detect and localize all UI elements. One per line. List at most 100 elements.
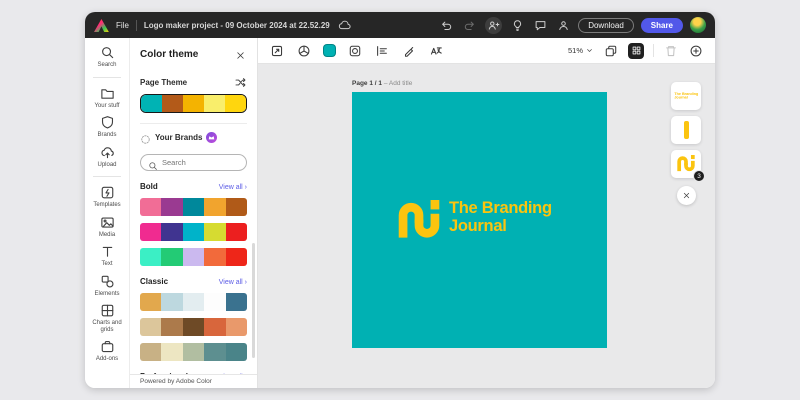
- sidebar-item-search[interactable]: Search: [85, 45, 129, 69]
- shuffle-icon[interactable]: [234, 76, 247, 89]
- panel-scrollbar[interactable]: [252, 243, 255, 358]
- file-menu[interactable]: File: [116, 21, 129, 30]
- section-title: Bold: [140, 182, 158, 191]
- grid-icon: [100, 303, 115, 318]
- color-theme-panel: Color theme Page Theme Your Brands Searc…: [130, 38, 258, 388]
- translate-button[interactable]: [428, 43, 444, 59]
- grid-view-button[interactable]: [628, 42, 644, 59]
- color-swatch: [225, 248, 247, 266]
- invite-icon[interactable]: [485, 16, 503, 34]
- view-all-link[interactable]: View all ›: [219, 184, 247, 191]
- palette-row-classic[interactable]: [140, 343, 247, 361]
- undo-icon[interactable]: [439, 18, 454, 33]
- artboard[interactable]: The Branding Journal: [352, 92, 607, 348]
- titlebar-actions: [439, 16, 571, 34]
- account-icon[interactable]: [556, 18, 571, 33]
- frame-button[interactable]: [347, 43, 363, 59]
- color-swatch: [225, 293, 247, 311]
- ideas-icon[interactable]: [510, 18, 525, 33]
- color-swatch: [204, 293, 226, 311]
- color-swatch: [140, 223, 162, 241]
- logo-text-line1: The Branding: [449, 199, 552, 217]
- search-input[interactable]: [162, 158, 242, 167]
- palette-row-bold[interactable]: [140, 248, 247, 266]
- sidebar-item-charts-and-grids[interactable]: Charts and grids: [85, 303, 129, 333]
- cloud-sync-icon: [337, 18, 352, 33]
- pen-button[interactable]: [401, 43, 417, 59]
- color-swatch: [161, 343, 183, 361]
- app-window: File Logo maker project - 09 October 202…: [85, 12, 715, 388]
- logo-text[interactable]: The Branding Journal: [449, 199, 552, 235]
- frame-icon: [348, 44, 362, 58]
- sidebar-item-upload[interactable]: Upload: [85, 145, 129, 169]
- zoom-control[interactable]: 51%: [568, 46, 594, 55]
- sidebar-item-label: Media: [98, 231, 116, 238]
- close-icon[interactable]: [235, 48, 247, 60]
- color-swatch: [161, 293, 183, 311]
- elements-icon: [100, 274, 115, 289]
- canvas-toolbar-left: [269, 43, 444, 59]
- add-title-hint: – Add title: [383, 80, 413, 87]
- color-wheel-button[interactable]: [296, 43, 312, 59]
- palette-row-classic[interactable]: [140, 293, 247, 311]
- color-swatch: [182, 343, 205, 361]
- rail-divider: [93, 76, 121, 78]
- add-page-button[interactable]: [688, 43, 704, 59]
- layer-card-mark[interactable]: 3: [671, 150, 705, 182]
- color-swatch: [140, 318, 162, 336]
- sidebar-item-text[interactable]: Text: [85, 244, 129, 268]
- layer-mark-thumbnail: [677, 155, 695, 173]
- dismiss-panel-button[interactable]: [676, 186, 696, 205]
- sidebar-item-label: Add-ons: [95, 356, 119, 362]
- sidebar-item-label: Upload: [97, 161, 117, 168]
- sidebar-item-label: Charts and grids: [92, 320, 122, 333]
- duplicate-page-button[interactable]: [603, 43, 619, 59]
- color-swatch: [225, 343, 247, 361]
- delete-page-button[interactable]: [663, 43, 679, 59]
- logo-text-line2: Journal: [449, 216, 507, 235]
- page-theme-bar[interactable]: [140, 94, 247, 113]
- spacing-button[interactable]: [374, 43, 390, 59]
- redo-icon[interactable]: [462, 18, 477, 33]
- sidebar-item-add-ons[interactable]: Add-ons: [85, 339, 129, 363]
- project-title[interactable]: Logo maker project - 09 October 2024 at …: [144, 21, 330, 30]
- adobe-color-footer: Powered by Adobe Color: [130, 374, 257, 388]
- theme-color-swatch: [183, 95, 204, 112]
- your-brands-row[interactable]: Your Brands: [140, 132, 247, 144]
- sidebar-item-brands[interactable]: Brands: [85, 115, 129, 139]
- layer-card-text[interactable]: The Branding Journal: [671, 82, 701, 110]
- color-swatch: [182, 223, 205, 241]
- page-label[interactable]: Page 1 / 1 – Add title: [352, 80, 412, 87]
- sidebar-item-your-stuff[interactable]: Your stuff: [85, 86, 129, 110]
- share-button[interactable]: Share: [640, 17, 683, 33]
- resize-button[interactable]: [269, 43, 285, 59]
- comments-icon[interactable]: [533, 18, 548, 33]
- media-icon: [100, 215, 115, 230]
- color-swatch: [140, 293, 162, 311]
- avatar[interactable]: [690, 17, 706, 33]
- fill-color-button[interactable]: [323, 44, 336, 57]
- theme-color-swatch: [162, 95, 183, 112]
- color-swatch: [140, 198, 162, 216]
- palette-row-bold[interactable]: [140, 223, 247, 241]
- cloud-upload-icon: [100, 145, 115, 160]
- logo-mark[interactable]: [398, 200, 440, 242]
- palette-row-bold[interactable]: [140, 198, 247, 216]
- sidebar-item-templates[interactable]: Templates: [85, 185, 129, 209]
- color-swatch: [182, 198, 205, 216]
- theme-search-field[interactable]: [140, 154, 247, 171]
- pen-icon: [402, 44, 416, 58]
- theme-color-swatch: [204, 95, 225, 112]
- sidebar-item-media[interactable]: Media: [85, 215, 129, 239]
- palette-row-classic[interactable]: [140, 318, 247, 336]
- page-number: Page 1 / 1: [352, 80, 382, 87]
- canvas-content: Page 1 / 1 – Add title The Branding Jour…: [258, 64, 715, 388]
- download-button[interactable]: Download: [578, 17, 634, 33]
- view-all-link[interactable]: View all ›: [219, 279, 247, 286]
- logo-group[interactable]: The Branding Journal: [398, 199, 552, 242]
- color-swatch: [204, 343, 226, 361]
- layer-card-bar[interactable]: [671, 116, 701, 144]
- layer-count-badge: 3: [693, 170, 705, 182]
- adobe-express-logo-icon[interactable]: [94, 18, 109, 32]
- sidebar-item-elements[interactable]: Elements: [85, 274, 129, 298]
